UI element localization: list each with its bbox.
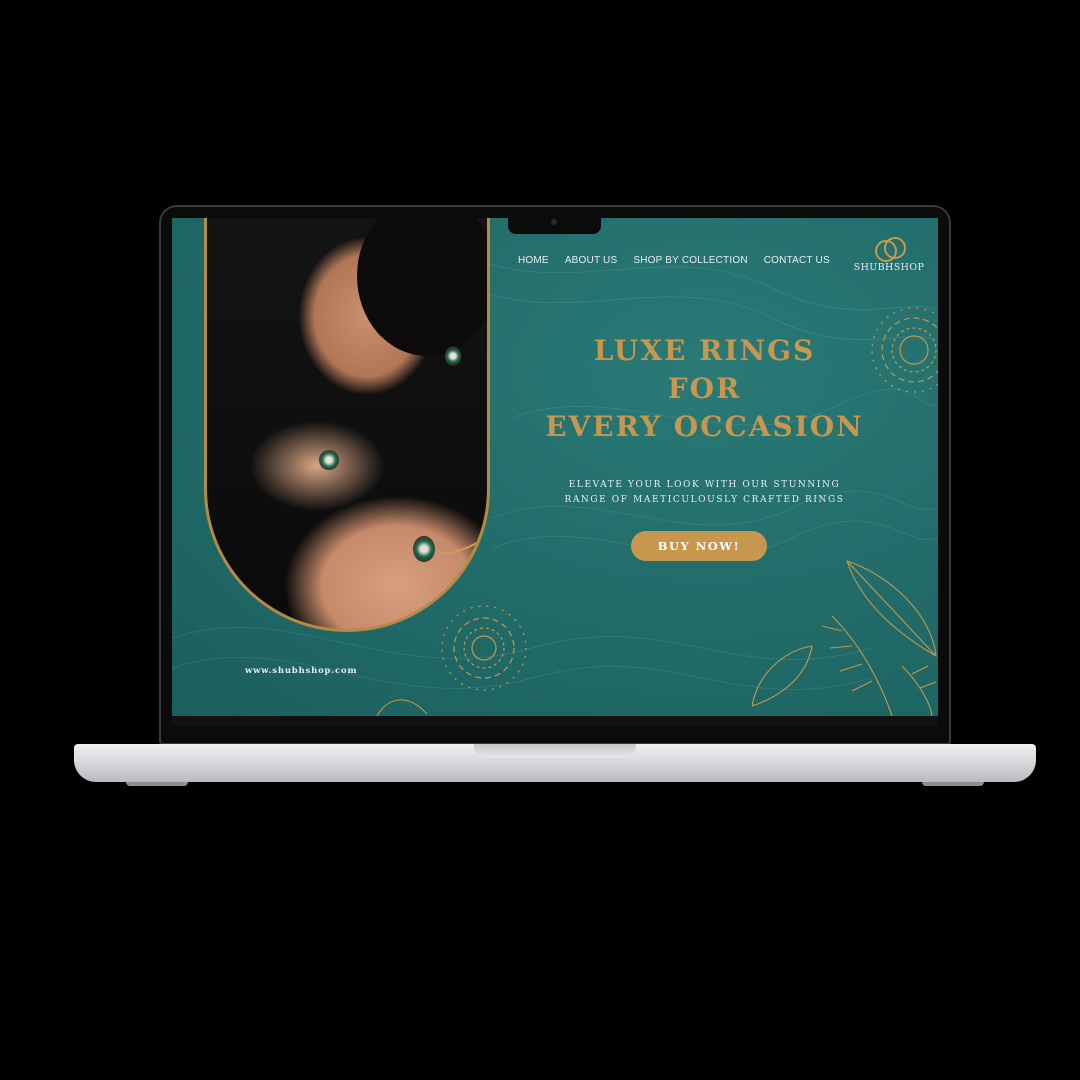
hero-section: LUXE RINGS FOR EVERY OCCASION ELEVATE YO… — [512, 332, 897, 508]
leaf-small — [376, 699, 428, 716]
hero-subtitle-line2: RANGE OF MAETICULOUSLY CRAFTED RINGS — [564, 495, 845, 505]
screen-bezel-bottom — [172, 716, 938, 726]
hero-title-line1: LUXE RINGS — [593, 334, 816, 367]
laptop-foot-left — [126, 782, 188, 786]
camera-icon — [551, 219, 557, 225]
hero-subtitle: ELEVATE YOUR LOOK WITH OUR STUNNING RANG… — [512, 478, 897, 508]
necklace-pendant — [413, 536, 435, 562]
interlocked-rings-icon — [872, 236, 906, 262]
hair-shape — [357, 218, 487, 356]
nav-shop-by-collection[interactable]: SHOP BY COLLECTION — [633, 255, 747, 266]
laptop-foot-right — [922, 782, 984, 786]
hero-title-line2: FOR — [667, 372, 742, 405]
nav-about-us[interactable]: ABOUT US — [565, 255, 618, 266]
model-photo — [204, 218, 490, 632]
buy-now-button[interactable]: BUY NOW! — [631, 531, 767, 561]
main-nav: HOME ABOUT US SHOP BY COLLECTION CONTACT… — [518, 255, 846, 266]
hero-subtitle-line1: ELEVATE YOUR LOOK WITH OUR STUNNING — [568, 480, 841, 490]
hero-title-line3: EVERY OCCASION — [545, 410, 864, 443]
leaf-illustration — [752, 560, 937, 716]
ring-image — [319, 450, 339, 470]
brand-name: SHUBHSHOP — [853, 262, 925, 273]
website-url[interactable]: www.shubhshop.com — [245, 666, 357, 676]
brand-logo[interactable]: SHUBHSHOP — [852, 236, 926, 273]
website-screen: HOME ABOUT US SHOP BY COLLECTION CONTACT… — [172, 218, 938, 716]
nav-contact-us[interactable]: CONTACT US — [764, 255, 830, 266]
mandala-bottom — [441, 605, 527, 691]
earring-image — [445, 346, 461, 366]
laptop-opening-notch — [474, 744, 636, 758]
nav-home[interactable]: HOME — [518, 255, 549, 266]
